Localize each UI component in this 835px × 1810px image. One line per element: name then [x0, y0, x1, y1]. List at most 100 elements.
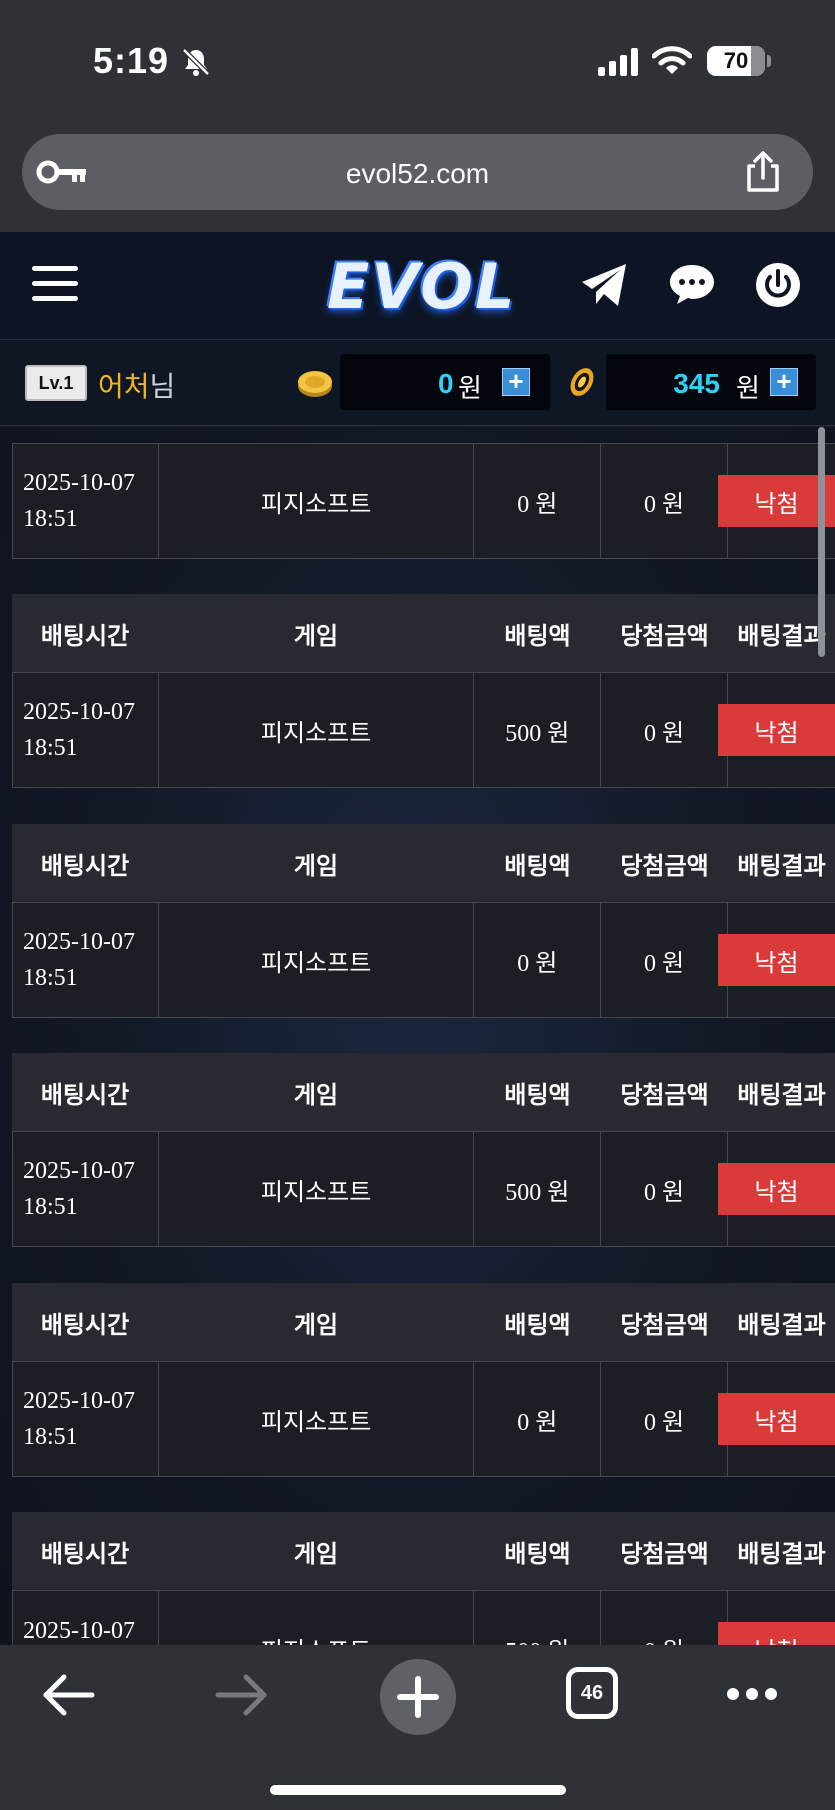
bet-amount-cell: 0 원: [474, 1362, 602, 1476]
result-badge: 낙첨: [718, 704, 835, 756]
bet-clock: 18:51: [23, 965, 78, 991]
bet-clock: 18:51: [23, 506, 78, 532]
money-value: 0: [438, 368, 454, 399]
bet-amount-cell: 500 원: [474, 1132, 602, 1246]
bet-table: 배팅시간 게임 배팅액 당첨금액 배팅결과 2025-10-07 피지소프트 5…: [12, 1512, 835, 1645]
result-badge: 낙첨: [718, 934, 835, 986]
address-url[interactable]: evol52.com: [22, 158, 813, 190]
table-header: 배팅시간 게임 배팅액 당첨금액 배팅결과: [12, 1512, 835, 1590]
game-cell: 피지소프트: [159, 673, 475, 787]
header-bet-time: 배팅시간: [40, 852, 130, 880]
win-amount-cell: 0 원: [601, 444, 729, 558]
bet-table: 배팅시간 게임 배팅액 당첨금액 배팅결과 2025-10-07 18:51 피지…: [12, 594, 835, 788]
user-suffix: 님: [149, 371, 176, 402]
bet-clock: 18:51: [23, 1194, 78, 1220]
result-cell: 낙첨: [718, 903, 835, 1017]
header-bet-amount: 배팅액: [504, 852, 571, 880]
header-bet-amount: 배팅액: [504, 1081, 571, 1109]
header-bet-time: 배팅시간: [40, 622, 130, 650]
table-header: 배팅시간 게임 배팅액 당첨금액 배팅결과: [12, 824, 835, 902]
bet-time-cell: 2025-10-07: [13, 1591, 159, 1645]
address-bar[interactable]: evol52.com: [22, 134, 813, 210]
wifi-icon: [652, 46, 692, 74]
chip-icon: [570, 368, 594, 396]
bet-date: 2025-10-07: [23, 929, 135, 955]
header-win-amount: 당첨금액: [620, 622, 709, 650]
browser-toolbar: evol52.com: [0, 125, 835, 232]
header-result: 배팅결과: [737, 1540, 826, 1568]
menu-icon[interactable]: [32, 266, 78, 306]
result-badge: 낙첨: [718, 1393, 835, 1445]
site-header: EVOL: [0, 232, 835, 340]
bet-amount-cell: 0 원: [474, 444, 602, 558]
result-cell: 낙첨: [718, 1591, 835, 1645]
result-cell: 낙첨: [718, 673, 835, 787]
bet-time-cell: 2025-10-07 18:51: [13, 1362, 159, 1476]
header-game: 게임: [293, 1311, 339, 1339]
table-row: 2025-10-07 18:51 피지소프트 0 원 0 원 낙첨: [12, 902, 835, 1018]
header-bet-amount: 배팅액: [504, 1311, 571, 1339]
header-win-amount: 당첨금액: [620, 1540, 709, 1568]
header-win-amount: 당첨금액: [620, 852, 709, 880]
win-amount-cell: 0 원: [601, 903, 729, 1017]
tabs-button[interactable]: 46: [566, 1667, 618, 1719]
game-cell: 피지소프트: [159, 444, 475, 558]
scrollbar[interactable]: [818, 427, 825, 657]
more-icon[interactable]: [726, 1687, 778, 1701]
table-row: 2025-10-07 18:51 피지소프트 500 원 0 원 낙첨: [12, 1131, 835, 1247]
bet-time-cell: 2025-10-07 18:51: [13, 903, 159, 1017]
user-name-text: 어처: [98, 371, 150, 402]
header-game: 게임: [293, 1081, 339, 1109]
bet-table: 배팅시간 게임 배팅액 당첨금액 배팅결과 2025-10-07 18:51 피지…: [12, 824, 835, 1018]
win-amount-cell: 0 원: [601, 1132, 729, 1246]
user-name: 어처님: [98, 365, 175, 405]
bet-clock: 18:51: [23, 1424, 78, 1450]
point-plus-button[interactable]: +: [770, 368, 798, 396]
bet-time-cell: 2025-10-07 18:51: [13, 1132, 159, 1246]
header-game: 게임: [293, 852, 339, 880]
table-header: 배팅시간 게임 배팅액 당첨금액 배팅결과: [12, 1053, 835, 1131]
telegram-icon[interactable]: [580, 262, 628, 308]
plus-icon: [397, 1676, 439, 1718]
back-icon[interactable]: [40, 1673, 96, 1717]
power-icon[interactable]: [755, 262, 801, 308]
header-bet-time: 배팅시간: [40, 1540, 130, 1568]
result-cell: 낙첨: [718, 1362, 835, 1476]
table-row: 2025-10-07 18:51 피지소프트 0 원 0 원 낙첨: [12, 1361, 835, 1477]
header-bet-time: 배팅시간: [40, 1311, 130, 1339]
site-logo[interactable]: EVOL: [327, 250, 516, 323]
chat-icon[interactable]: [668, 262, 716, 306]
deposit-plus-button[interactable]: +: [502, 368, 530, 396]
forward-icon[interactable]: [214, 1673, 270, 1717]
share-icon[interactable]: [743, 150, 783, 194]
game-cell: 피지소프트: [159, 1591, 475, 1645]
win-amount-cell: 0 원: [601, 1362, 729, 1476]
new-tab-button[interactable]: [380, 1659, 456, 1735]
header-result: 배팅결과: [737, 1311, 826, 1339]
bet-amount-cell: 500 원: [474, 1591, 602, 1645]
header-result: 배팅결과: [737, 852, 826, 880]
bet-date: 2025-10-07: [23, 1158, 135, 1184]
bet-history-list[interactable]: 2025-10-07 18:51 피지소프트 0 원 0 원 낙첨 배팅시간 게임…: [0, 427, 835, 1645]
result-badge: 낙첨: [718, 1163, 835, 1215]
table-row: 2025-10-07 18:51 피지소프트 500 원 0 원 낙첨: [12, 672, 835, 788]
bet-amount-cell: 500 원: [474, 673, 602, 787]
home-indicator[interactable]: [270, 1785, 566, 1795]
win-amount-cell: 0 원: [601, 673, 729, 787]
bet-date: 2025-10-07: [23, 699, 135, 725]
header-bet-time: 배팅시간: [40, 1081, 130, 1109]
header-win-amount: 당첨금액: [620, 1311, 709, 1339]
header-bet-amount: 배팅액: [504, 622, 571, 650]
coin-icon: [298, 371, 332, 397]
bet-table: 배팅시간 게임 배팅액 당첨금액 배팅결과 2025-10-07 18:51 피지…: [12, 1053, 835, 1247]
bet-date: 2025-10-07: [23, 1388, 135, 1414]
bell-off-icon: [182, 48, 210, 76]
table-header: 배팅시간 게임 배팅액 당첨금액 배팅결과: [12, 1283, 835, 1361]
header-bet-amount: 배팅액: [504, 1540, 571, 1568]
status-bar: 5:19 70: [0, 0, 835, 125]
win-amount-cell: 0 원: [601, 1591, 729, 1645]
table-header: 배팅시간 게임 배팅액 당첨금액 배팅결과: [12, 594, 835, 672]
result-cell: 낙첨: [718, 1132, 835, 1246]
browser-bottom-bar: 46: [0, 1645, 835, 1810]
table-row: 2025-10-07 피지소프트 500 원 0 원 낙첨: [12, 1590, 835, 1645]
